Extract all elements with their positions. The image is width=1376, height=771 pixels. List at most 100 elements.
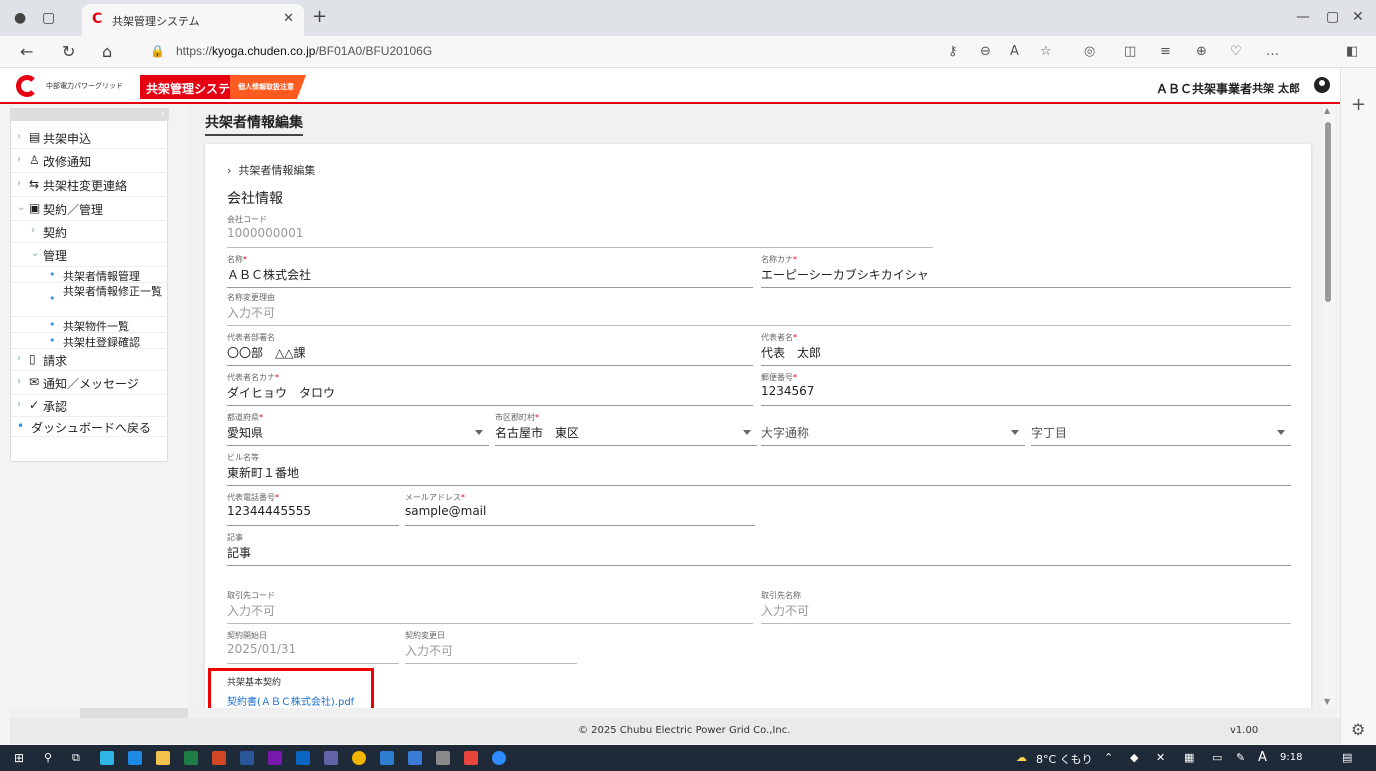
contract-icon: ▣ bbox=[29, 201, 41, 215]
collections-icon[interactable]: ⊕ bbox=[1196, 44, 1207, 59]
rep-name-field[interactable]: 代表者名* 代表 太郎 bbox=[761, 332, 1291, 366]
password-icon[interactable]: ⚷ bbox=[948, 44, 958, 59]
browser-essentials-icon[interactable]: ♡ bbox=[1230, 44, 1242, 59]
scroll-up-icon[interactable]: ▲ bbox=[1324, 106, 1330, 115]
edge-app-icon[interactable] bbox=[100, 751, 114, 765]
user-name: 共架 太郎 bbox=[1252, 82, 1300, 95]
postal-code-field[interactable]: 郵便番号* 1234567 bbox=[761, 372, 1291, 406]
sidebar-item-back-to-dashboard[interactable]: • ダッシュボードへ戻る bbox=[11, 417, 169, 437]
powerpoint-app-icon[interactable] bbox=[212, 751, 226, 765]
teams-app-icon[interactable] bbox=[324, 751, 338, 765]
minimize-icon[interactable]: — bbox=[1296, 9, 1310, 25]
search-icon[interactable]: ⚲ bbox=[44, 751, 52, 764]
app-gear-icon[interactable] bbox=[436, 751, 450, 765]
read-aloud-icon[interactable]: A bbox=[1010, 44, 1019, 59]
more-menu-icon[interactable]: … bbox=[1266, 44, 1279, 59]
scroll-thumb[interactable] bbox=[1325, 122, 1331, 302]
sidebar-item-application[interactable]: › ▤ 共架申込 bbox=[11, 127, 169, 149]
sidebar-item-notifications[interactable]: › ✉ 通知／メッセージ bbox=[11, 371, 169, 395]
url-field[interactable]: https://kyoga.chuden.co.jp/BF01A0/BFU201… bbox=[176, 44, 432, 58]
onedrive-app-icon[interactable] bbox=[128, 751, 142, 765]
sidebar-item-cooperator-fix-list[interactable]: • 共架者情報修正一覧 bbox=[11, 283, 169, 317]
horizontal-scrollbar[interactable] bbox=[10, 708, 1335, 718]
bullet-icon: • bbox=[49, 268, 56, 281]
contract-pdf-link[interactable]: 契約書(ＡＢＣ株式会社).pdf bbox=[227, 693, 354, 708]
app-a-icon[interactable] bbox=[380, 751, 394, 765]
app-red-icon[interactable] bbox=[464, 751, 478, 765]
zoom-app-icon[interactable] bbox=[492, 751, 506, 765]
extensions-icon[interactable]: ◎ bbox=[1084, 44, 1095, 59]
sidebar-item-contract[interactable]: › 契約 bbox=[11, 221, 169, 243]
zoom-icon[interactable]: ⊖ bbox=[980, 44, 991, 59]
city-select[interactable]: 市区郡町村* 名古屋市 東区 bbox=[495, 412, 757, 446]
weather-text[interactable]: 8°C くもり bbox=[1036, 751, 1093, 767]
rep-dept-field[interactable]: 代表者部署名 〇〇部 △△課 bbox=[227, 332, 753, 366]
pen-icon[interactable]: ✎ bbox=[1236, 751, 1245, 764]
favorites-icon[interactable]: ≡ bbox=[1160, 44, 1171, 59]
tray-app-icon[interactable]: ◆ bbox=[1130, 751, 1138, 764]
sidebar-item-management[interactable]: ⌄ 管理 bbox=[11, 243, 169, 267]
sidebar-item-cooperator-info[interactable]: • 共架者情報管理 bbox=[11, 267, 169, 283]
tab-actions-icon[interactable]: ▢ bbox=[42, 10, 55, 26]
new-tab-icon[interactable]: + bbox=[312, 6, 327, 27]
weather-cloud-icon[interactable]: ☁ bbox=[1016, 751, 1027, 764]
notification-icon[interactable]: ▤ bbox=[1342, 751, 1352, 764]
display-icon[interactable]: ▭ bbox=[1212, 751, 1222, 764]
ime-indicator[interactable]: A bbox=[1258, 750, 1267, 765]
oaza-select[interactable]: 大字通称 bbox=[761, 412, 1025, 446]
word-app-icon[interactable] bbox=[240, 751, 254, 765]
sidebar-collapse-button[interactable]: ‹ bbox=[11, 109, 169, 121]
horizontal-scroll-thumb[interactable] bbox=[80, 708, 188, 718]
add-side-app-icon[interactable]: + bbox=[1351, 94, 1366, 115]
mail-icon: ✉ bbox=[29, 375, 40, 389]
name-kana-field[interactable]: 名称カナ* エーピーシーカブシキカイシャ bbox=[761, 254, 1291, 288]
volume-muted-icon[interactable]: ✕ bbox=[1156, 751, 1165, 764]
sidebar-item-repair-notice[interactable]: › ♙ 改修通知 bbox=[11, 149, 169, 173]
back-icon[interactable]: ← bbox=[20, 42, 33, 61]
app-os-icon[interactable] bbox=[408, 751, 422, 765]
explorer-app-icon[interactable] bbox=[156, 751, 170, 765]
split-screen-icon[interactable]: ◫ bbox=[1124, 44, 1136, 59]
chome-select[interactable]: 字丁目 bbox=[1031, 412, 1291, 446]
refresh-icon[interactable]: ↻ bbox=[62, 42, 75, 61]
main-scrollbar[interactable]: ▲ ▼ bbox=[1323, 104, 1335, 708]
name-field[interactable]: 名称* ＡＢＣ株式会社 bbox=[227, 254, 753, 288]
user-account-icon[interactable] bbox=[1314, 77, 1330, 93]
prefecture-select[interactable]: 都道府県* 愛知県 bbox=[227, 412, 489, 446]
onenote-app-icon[interactable] bbox=[268, 751, 282, 765]
building-field[interactable]: ビル名等 東新町１番地 bbox=[227, 452, 1291, 486]
phone-field[interactable]: 代表電話番号* 12344445555 bbox=[227, 492, 399, 526]
outlook-app-icon[interactable] bbox=[296, 751, 310, 765]
task-view-icon[interactable]: ⧉ bbox=[72, 751, 80, 765]
close-tab-icon[interactable]: ✕ bbox=[283, 11, 294, 26]
scroll-down-icon[interactable]: ▼ bbox=[1324, 697, 1330, 706]
invoice-icon: ▯ bbox=[29, 352, 36, 366]
site-info-icon[interactable]: 🔒 bbox=[150, 44, 165, 58]
favorite-star-icon[interactable]: ☆ bbox=[1040, 44, 1052, 59]
windows-start-icon[interactable]: ⊞ bbox=[14, 751, 24, 765]
sidebar-item-pole-registration[interactable]: • 共架柱登録確認 bbox=[11, 333, 169, 349]
sidebar-item-contract-management[interactable]: ⌄ ▣ 契約／管理 bbox=[11, 197, 169, 221]
tray-chevron-icon[interactable]: ⌃ bbox=[1104, 751, 1113, 764]
sidebar-item-pole-change[interactable]: › ⇆ 共架柱変更連絡 bbox=[11, 173, 169, 197]
sidebar-toggle-icon[interactable]: ◧ bbox=[1346, 44, 1358, 59]
profile-icon[interactable]: ● bbox=[14, 10, 26, 26]
sidebar-item-property-list[interactable]: • 共架物件一覧 bbox=[11, 317, 169, 333]
close-window-icon[interactable]: ✕ bbox=[1352, 9, 1364, 25]
restore-icon[interactable]: ▢ bbox=[1326, 9, 1339, 25]
note-field[interactable]: 記事 記事 bbox=[227, 532, 1291, 566]
sidebar-item-approval[interactable]: › ✓ 承認 bbox=[11, 395, 169, 417]
browser-tab[interactable]: C 共架管理システム ✕ bbox=[82, 4, 304, 36]
home-icon[interactable]: ⌂ bbox=[102, 42, 112, 61]
chrome-app-icon[interactable] bbox=[352, 751, 366, 765]
email-field[interactable]: メールアドレス* sample@mail bbox=[405, 492, 755, 526]
page-footer: © 2025 Chubu Electric Power Grid Co.,Inc… bbox=[10, 718, 1340, 744]
sidebar-item-billing[interactable]: › ▯ 請求 bbox=[11, 349, 169, 371]
settings-gear-icon[interactable]: ⚙ bbox=[1351, 720, 1365, 739]
clock-time[interactable]: 9:18 bbox=[1280, 752, 1302, 763]
company-logo-text: 中部電力パワーグリッド bbox=[46, 82, 123, 90]
excel-app-icon[interactable] bbox=[184, 751, 198, 765]
copyright-text: © 2025 Chubu Electric Power Grid Co.,Inc… bbox=[578, 725, 791, 736]
network-icon[interactable]: ▦ bbox=[1184, 751, 1194, 764]
rep-kana-field[interactable]: 代表者名カナ* ダイヒョウ タロウ bbox=[227, 372, 753, 406]
